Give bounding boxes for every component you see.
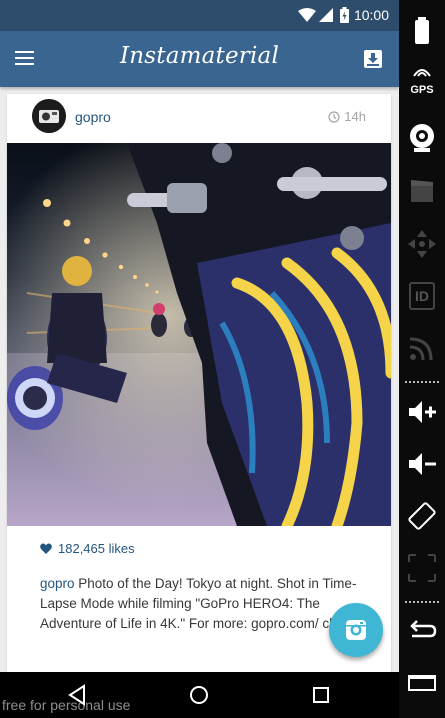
signal-icon <box>319 8 333 22</box>
app-title: Instamaterial <box>119 43 280 69</box>
rotate-icon <box>408 502 436 530</box>
recents-icon <box>313 687 329 703</box>
camera-icon <box>346 620 366 640</box>
camera-fab[interactable] <box>329 603 383 657</box>
emulator-frame: 10:00 Instamaterial gopro 14h 182,465 li… <box>0 0 445 718</box>
webcam-icon <box>410 124 434 152</box>
device-id-control[interactable]: ID <box>406 280 438 312</box>
back-arrow-icon <box>410 620 437 638</box>
dpad-icon <box>408 230 436 258</box>
screencast-control[interactable] <box>406 176 438 208</box>
scale-button[interactable] <box>406 552 438 584</box>
status-bar: 10:00 <box>0 0 399 31</box>
volume-down-icon <box>409 453 436 475</box>
post-image[interactable] <box>7 143 391 526</box>
volume-up-icon <box>409 401 436 423</box>
gps-label: GPS <box>410 84 434 96</box>
inbox-button[interactable] <box>361 47 385 71</box>
nfc-control[interactable] <box>406 332 438 364</box>
gps-icon <box>413 69 431 77</box>
heart-icon <box>40 543 52 554</box>
panel-divider <box>405 601 439 604</box>
gps-control[interactable]: GPS <box>406 62 438 96</box>
feed-card: gopro 14h 182,465 likes gopro Photo of t… <box>7 94 391 672</box>
clapperboard-icon <box>411 180 433 202</box>
post-caption: gopro Photo of the Day! Tokyo at night. … <box>40 574 370 634</box>
panel-divider <box>405 381 439 384</box>
card-header: gopro 14h <box>7 94 391 143</box>
caption-username[interactable]: gopro <box>40 576 75 591</box>
emulator-back-button[interactable] <box>406 614 438 646</box>
home-button[interactable] <box>186 682 212 708</box>
avatar-image <box>32 99 66 133</box>
app-bar: Instamaterial <box>0 31 399 87</box>
emulator-side-panel: GPS ID <box>399 0 445 718</box>
volume-up-button[interactable] <box>406 396 438 428</box>
status-time: 10:00 <box>353 7 389 23</box>
clock-icon <box>328 110 340 123</box>
caption-text: Photo of the Day! Tokyo at night. Shot i… <box>40 576 370 631</box>
avatar[interactable] <box>32 99 66 133</box>
battery-icon <box>340 7 349 23</box>
likes-row[interactable]: 182,465 likes <box>40 541 135 556</box>
dpad-control[interactable] <box>406 228 438 260</box>
post-photo <box>7 143 391 526</box>
volume-down-button[interactable] <box>406 448 438 480</box>
rss-icon <box>409 337 433 361</box>
inbox-icon <box>364 50 382 68</box>
watermark-text: free for personal use <box>2 697 131 713</box>
phone-screen: 10:00 Instamaterial gopro 14h 182,465 li… <box>0 0 399 672</box>
id-label: ID <box>415 288 429 304</box>
webcam-control[interactable] <box>406 122 438 154</box>
time-ago: 14h <box>344 109 366 124</box>
window-icon <box>408 675 436 691</box>
wifi-icon <box>298 8 316 22</box>
username[interactable]: gopro <box>75 109 111 125</box>
rotate-button[interactable] <box>406 500 438 532</box>
battery-control[interactable] <box>406 14 438 46</box>
post-timestamp: 14h <box>328 109 366 124</box>
recents-button[interactable] <box>308 682 334 708</box>
scale-icon <box>408 554 436 582</box>
battery-icon <box>415 17 429 44</box>
emulator-home-button[interactable] <box>406 666 438 698</box>
likes-count: 182,465 likes <box>58 541 135 556</box>
home-icon <box>190 686 208 704</box>
